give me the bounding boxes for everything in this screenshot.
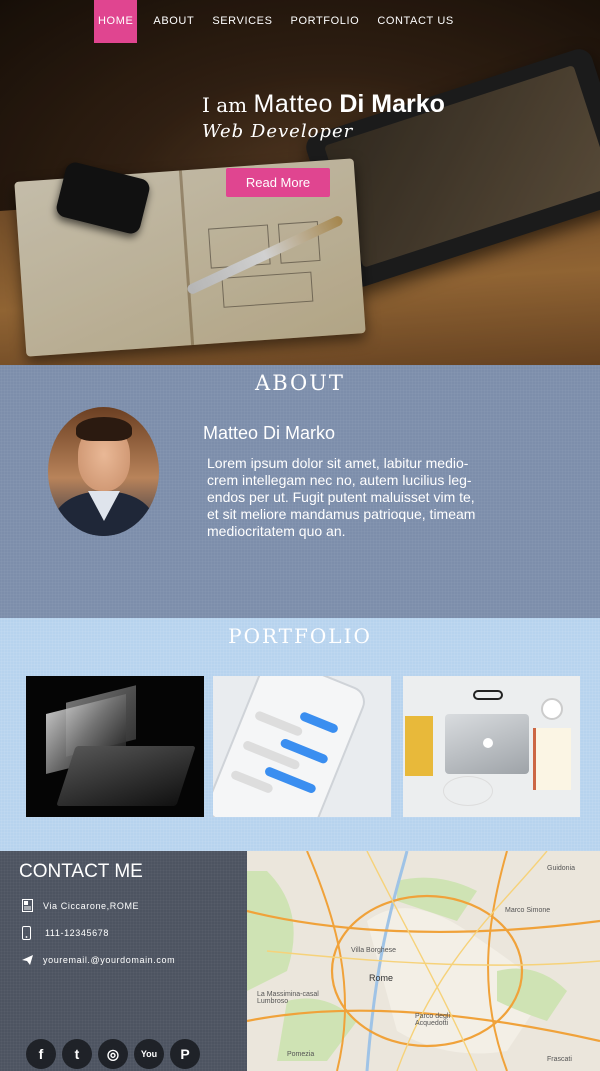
map-graphic	[247, 851, 600, 1071]
nav-portfolio[interactable]: PORTFOLIO	[287, 0, 364, 43]
map-label: Villa Borghese	[351, 947, 397, 954]
nav-home[interactable]: HOME	[94, 0, 138, 43]
twitter-icon[interactable]: t	[62, 1039, 92, 1069]
map-label: La Massimina-casal Lumbroso	[257, 991, 319, 1005]
location-map[interactable]: Guidonia Rome La Massimina-casal Lumbros…	[247, 851, 600, 1071]
social-links: f t ◎ You P	[26, 1039, 206, 1069]
about-text: Lorem ipsum dolor sit amet, labitur medi…	[207, 455, 476, 539]
portfolio-section: PORTFOLIO	[0, 618, 600, 851]
about-heading: ABOUT	[255, 371, 345, 395]
facebook-icon[interactable]: f	[26, 1039, 56, 1069]
contact-email[interactable]: youremail.@yourdomain.com	[43, 955, 175, 965]
youtube-icon[interactable]: You	[134, 1039, 164, 1069]
instagram-icon[interactable]: ◎	[98, 1039, 128, 1069]
map-label: Rome	[369, 973, 394, 983]
hero-section: HOME ABOUT SERVICES PORTFOLIO CONTACT US…	[0, 0, 600, 365]
map-label: Parco degli Acquedotti	[415, 1013, 451, 1027]
portfolio-heading: PORTFOLIO	[228, 624, 372, 648]
hero-intro: I am Matteo Di Marko Web Developer	[202, 90, 445, 142]
phone-icon	[22, 926, 31, 940]
contact-phone: 111-12345678	[45, 928, 109, 938]
hero-first-name: Matteo	[253, 90, 333, 118]
map-label: Pomezia	[287, 1051, 315, 1058]
hero-last-name: Di Marko	[339, 90, 445, 118]
contact-email-row: youremail.@yourdomain.com	[22, 955, 175, 965]
contact-address-row: Via Ciccarone,ROME	[22, 899, 139, 912]
nav-contact[interactable]: CONTACT US	[373, 0, 458, 43]
contact-heading: CONTACT ME	[19, 861, 143, 882]
map-label: Frascati	[547, 1056, 572, 1063]
send-icon	[22, 955, 33, 965]
hero-prefix: I am	[202, 93, 248, 117]
about-name: Matteo Di Marko	[203, 423, 336, 443]
hero-role: Web Developer	[202, 121, 354, 142]
contact-phone-row: 111-12345678	[22, 926, 109, 940]
contact-section: CONTACT ME Via Ciccarone,ROME 111-123456…	[0, 851, 247, 1071]
top-navigation: HOME ABOUT SERVICES PORTFOLIO CONTACT US	[94, 0, 468, 43]
portfolio-item-desk[interactable]	[403, 676, 580, 817]
map-label: Guidonia	[547, 865, 576, 872]
portfolio-item-phone[interactable]	[213, 676, 391, 817]
pinterest-icon[interactable]: P	[170, 1039, 200, 1069]
nav-about[interactable]: ABOUT	[149, 0, 198, 43]
nav-services[interactable]: SERVICES	[208, 0, 276, 43]
read-more-button[interactable]: Read More	[226, 168, 330, 197]
contact-address: Via Ciccarone,ROME	[43, 900, 140, 911]
portfolio-item-laptop[interactable]	[26, 676, 204, 817]
address-card-icon	[22, 899, 33, 912]
map-label: Marco Simone	[505, 907, 551, 914]
about-section: ABOUT Matteo Di Marko Lorem ipsum dolor …	[0, 365, 600, 618]
avatar	[48, 407, 159, 536]
